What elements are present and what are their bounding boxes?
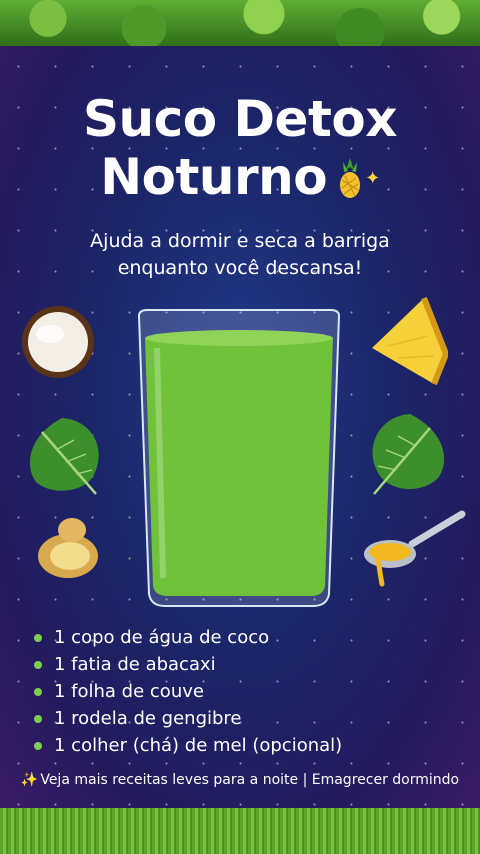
top-foliage-photo — [0, 0, 480, 46]
list-item: 1 copo de água de coco — [34, 624, 342, 651]
bullet-dot — [34, 741, 42, 750]
list-item: 1 rodela de gengibre — [34, 705, 342, 732]
pineapple-slice-image — [368, 296, 450, 390]
bullet-dot — [34, 633, 42, 642]
bullet-dot — [34, 687, 42, 696]
subtitle: Ajuda a dormir e seca a barriga enquanto… — [0, 228, 480, 282]
green-juice-glass-image — [137, 308, 341, 608]
list-item: 1 colher (chá) de mel (opcional) — [34, 732, 342, 759]
kale-leaf-left-image — [22, 412, 106, 502]
title-line-1: Suco Detox — [83, 90, 397, 148]
grass-photo — [0, 808, 480, 854]
coconut-image — [20, 302, 96, 386]
ginger-image — [32, 516, 106, 586]
footer-caption: ✨ Veja mais receitas leves para a noite |… — [0, 772, 480, 788]
list-item: 1 fatia de abacaxi — [34, 651, 342, 678]
list-item: 1 folha de couve — [34, 678, 342, 705]
pineapple-icon — [335, 154, 365, 198]
title-line-2-text: Noturno — [100, 148, 328, 206]
recipe-card: Suco Detox Noturno ✦ Ajuda a dormir e se… — [0, 46, 480, 808]
sparkle-icon: ✨ — [20, 772, 39, 788]
page-title: Suco Detox Noturno ✦ — [0, 90, 480, 208]
footer-text: Veja mais receitas leves para a noite | … — [40, 772, 460, 788]
sparkle-icon: ✦ — [365, 168, 380, 189]
kale-leaf-right-image — [364, 408, 452, 502]
honey-spoon-image — [362, 510, 466, 598]
subtitle-line-2: enquanto você descansa! — [117, 257, 363, 279]
ingredient-list: 1 copo de água de coco 1 fatia de abacax… — [34, 624, 342, 759]
bullet-dot — [34, 660, 42, 669]
subtitle-line-1: Ajuda a dormir e seca a barriga — [90, 230, 390, 252]
bullet-dot — [34, 714, 42, 723]
title-line-2: Noturno ✦ — [0, 148, 480, 208]
